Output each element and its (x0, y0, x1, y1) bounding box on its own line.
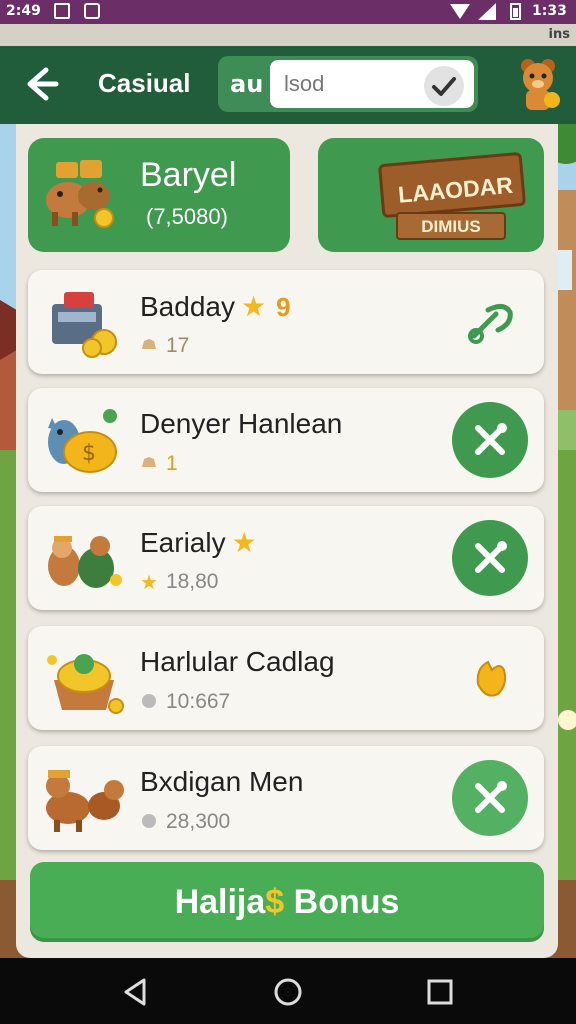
checkmark-icon (432, 77, 456, 96)
status-time: 2:49 (6, 3, 41, 19)
square-recents-icon (427, 979, 453, 1005)
list-item-name: Badday (140, 291, 235, 322)
app-bar: Casiual au (0, 46, 576, 124)
row-action-button[interactable] (452, 520, 528, 596)
bonus-button[interactable]: Halija$ Bonus (30, 862, 544, 942)
search-prefix-label: au (230, 70, 264, 98)
list-item[interactable]: Harlular Cadlag 10:667 (28, 626, 544, 730)
status-bar: 2:49 1:33 (0, 0, 576, 24)
nav-home-button[interactable] (272, 976, 304, 1008)
star-icon: ★ (240, 291, 267, 322)
cash-register-icon (52, 292, 117, 358)
nav-back-button[interactable] (120, 976, 152, 1008)
list-item-meta: 28,300 (140, 810, 230, 834)
app-notification-icon (84, 3, 100, 19)
status-battery-level: 1:33 (532, 3, 567, 19)
svg-text:$: $ (82, 441, 96, 466)
list-item[interactable]: Badday ★ 9 17 (28, 270, 544, 374)
star-icon: ★ (231, 527, 257, 558)
player-name: Baryel (140, 156, 237, 194)
cross-tools-icon (475, 541, 507, 573)
list-item-meta: 10:667 (140, 690, 230, 714)
cross-tools-icon (475, 423, 507, 455)
list-item-title: Harlular Cadlag (140, 646, 335, 678)
player-balance: (7,5080) (146, 204, 228, 229)
list-item-level: 9 (276, 292, 291, 322)
wifi-icon (450, 4, 470, 19)
signal-icon (478, 3, 496, 20)
list-item-meta: 17 (140, 334, 189, 358)
bonus-label-part: Bonus (284, 882, 400, 921)
gold-basket-icon (47, 654, 124, 714)
circle-home-icon (274, 978, 302, 1006)
list-item-meta: 1 (140, 452, 178, 476)
row-action-button[interactable] (452, 402, 528, 478)
bonus-label-part: Halija (174, 882, 266, 921)
bonus-sign: DIMIUS (396, 212, 506, 240)
arrow-left-icon (27, 67, 59, 101)
row-action-button[interactable] (452, 760, 528, 836)
top-strip: ins (0, 24, 576, 46)
bread-icon (142, 339, 156, 349)
dogs-icon (46, 770, 124, 832)
back-button[interactable] (18, 62, 62, 106)
list-item-title: Denyer Hanlean (140, 408, 342, 440)
list-item-name: Bxdigan Men (140, 766, 304, 797)
list-item-title: Earialy ★ (140, 526, 257, 559)
list-item-meta: ★ 18,80 (140, 570, 219, 594)
cat-with-coin-icon: $ (48, 409, 117, 473)
search-confirm-button[interactable] (424, 66, 464, 106)
list-item-title: Bxdigan Men (140, 766, 303, 798)
list-item[interactable]: Earialy ★ ★ 18,80 (28, 506, 544, 610)
list-item-count: 10:667 (166, 690, 231, 713)
list-item-name: Denyer Hanlean (140, 408, 343, 439)
app-title: Casiual (98, 68, 191, 98)
player-card[interactable]: Baryel (7,5080) (28, 138, 290, 252)
list-item-name: Earialy (140, 527, 226, 558)
triangle-back-icon (124, 978, 146, 1006)
main-panel: Baryel (7,5080) LAAODAR DIMIUS Badday ★ 9 … (16, 124, 558, 958)
list-item[interactable]: $ Denyer Hanlean 1 (28, 388, 544, 492)
clock-icon (142, 694, 156, 708)
system-nav-bar (0, 958, 576, 1024)
bread-icon (142, 457, 156, 467)
star-icon: ★ (140, 572, 158, 594)
bear-mascot-icon[interactable] (512, 56, 564, 112)
list-item[interactable]: Bxdigan Men 28,300 (28, 746, 544, 850)
cross-tools-icon (475, 781, 507, 813)
pickaxe-outline-icon (468, 304, 513, 344)
dollar-icon: $ (265, 882, 285, 921)
leaderboard-title: LAAODAR (397, 171, 514, 208)
leaderboard-subtitle: DIMIUS (421, 217, 481, 236)
list-item-count: 1 (166, 452, 178, 475)
list-item-name: Harlular Cadlag (140, 646, 335, 677)
list-item-title: Badday ★ 9 (140, 290, 291, 323)
sign-board: LAAODAR (377, 151, 527, 219)
row-action-button[interactable] (452, 284, 528, 360)
leaderboard-sign: LAAODAR DIMIUS (374, 148, 534, 244)
nav-recents-button[interactable] (424, 976, 456, 1008)
list-item-count: 18,80 (165, 570, 219, 593)
farm-animals-coins-icon (46, 160, 114, 228)
clock-icon (142, 814, 156, 828)
gold-hand-icon (476, 660, 507, 697)
leaderboard-card[interactable]: LAAODAR DIMIUS (318, 138, 544, 252)
row-action-button[interactable] (452, 640, 528, 716)
gallery-notification-icon (54, 3, 70, 19)
farmers-icon (48, 536, 122, 588)
list-item-count: 28,300 (166, 810, 231, 833)
list-item-count: 17 (166, 334, 190, 357)
top-strip-text: ins (548, 27, 570, 42)
battery-icon (510, 3, 521, 20)
